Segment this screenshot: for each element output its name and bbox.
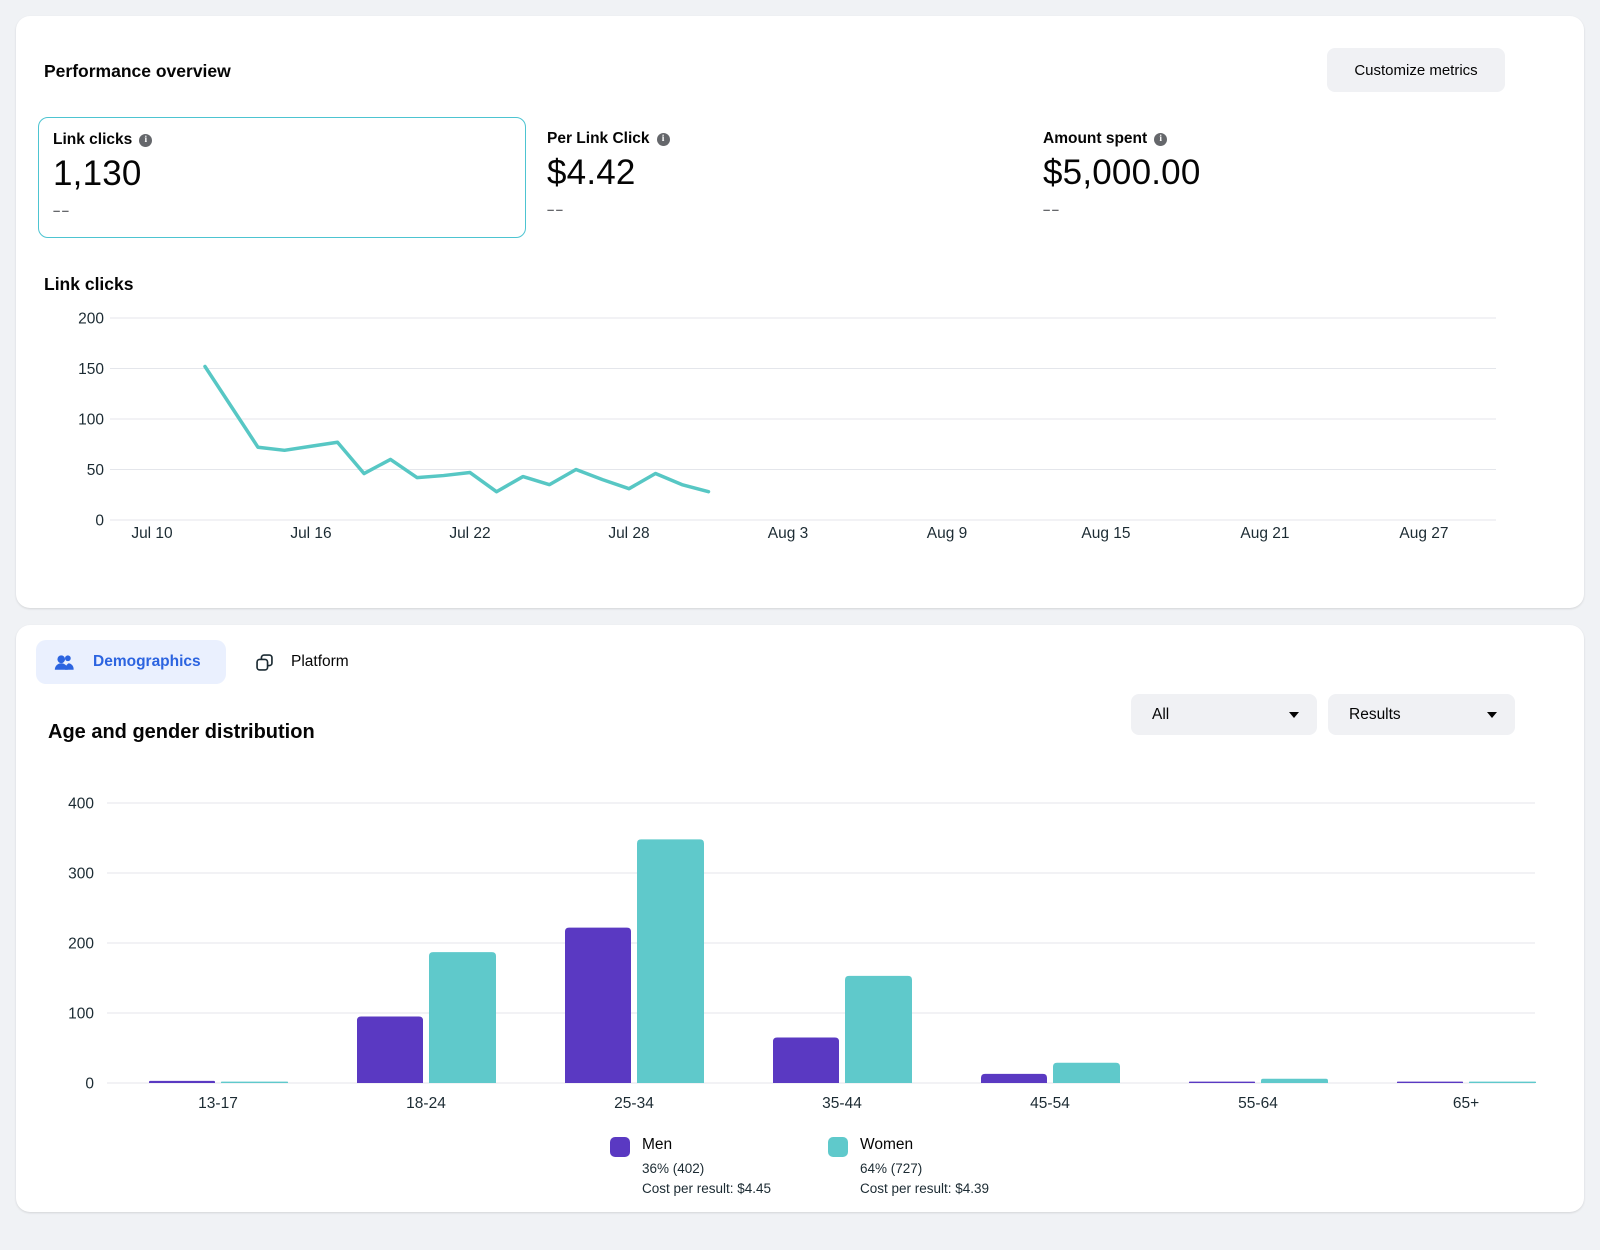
bar-women-65+ — [1469, 1082, 1536, 1083]
svg-text:Aug 15: Aug 15 — [1081, 525, 1130, 542]
svg-text:Aug 27: Aug 27 — [1399, 525, 1448, 542]
performance-overview-title: Performance overview — [44, 61, 231, 82]
category-labels: 13-17 18-24 25-34 35-44 45-54 55-64 65+ — [198, 1095, 1479, 1112]
legend-cost: Cost per result: $4.39 — [860, 1179, 989, 1198]
svg-text:300: 300 — [68, 866, 94, 883]
svg-text:18-24: 18-24 — [406, 1095, 446, 1112]
tab-label: Platform — [291, 653, 349, 671]
svg-text:Jul 16: Jul 16 — [290, 525, 331, 542]
svg-text:65+: 65+ — [1453, 1095, 1479, 1112]
metric-select-dropdown[interactable]: Results — [1328, 694, 1515, 735]
metric-delta: –– — [1043, 202, 1201, 217]
bar-men-13-17 — [149, 1081, 215, 1083]
svg-text:Jul 10: Jul 10 — [131, 525, 173, 542]
dropdown-value: All — [1152, 706, 1169, 724]
svg-text:200: 200 — [78, 311, 104, 328]
link-clicks-line-chart: 0 50 100 150 200 Jul 10 Jul 16 Jul 22 Jul 28 Aug … — [16, 16, 1584, 608]
tab-label: Demographics — [93, 653, 201, 671]
breakdown-card: Demographics Platform Age and gender dis… — [16, 625, 1584, 1212]
info-icon[interactable]: i — [1154, 133, 1167, 146]
y-axis-labels: 0 50 100 150 200 — [78, 311, 104, 530]
bar-women-55-64 — [1261, 1079, 1328, 1083]
info-icon[interactable]: i — [657, 133, 670, 146]
metric-amount-spent[interactable]: Amount spent i $5,000.00 –– — [1043, 130, 1201, 217]
link-clicks-series — [205, 366, 709, 491]
legend-label: Women — [860, 1134, 989, 1156]
breakdown-filter-dropdown[interactable]: All — [1131, 694, 1317, 735]
svg-text:13-17: 13-17 — [198, 1095, 238, 1112]
men-swatch — [610, 1137, 630, 1157]
legend-label: Men — [642, 1134, 771, 1156]
svg-text:Aug 3: Aug 3 — [768, 525, 809, 542]
svg-text:Aug 9: Aug 9 — [927, 525, 968, 542]
bar-men-65+ — [1397, 1082, 1463, 1083]
metric-label: Per Link Click — [547, 130, 650, 148]
metric-value: $4.42 — [547, 153, 670, 193]
overlapping-squares-icon — [254, 652, 275, 673]
svg-text:0: 0 — [95, 513, 104, 530]
chevron-down-icon — [1289, 712, 1299, 718]
svg-text:100: 100 — [68, 1006, 94, 1023]
legend-cost: Cost per result: $4.45 — [642, 1179, 771, 1198]
bar-men-55-64 — [1189, 1082, 1255, 1083]
metric-label: Link clicks — [53, 131, 132, 149]
svg-text:100: 100 — [78, 412, 104, 429]
metric-delta: –– — [547, 202, 670, 217]
legend-share: 64% (727) — [860, 1159, 989, 1178]
customize-metrics-button[interactable]: Customize metrics — [1327, 48, 1505, 92]
line-chart-title: Link clicks — [44, 274, 134, 295]
svg-text:45-54: 45-54 — [1030, 1095, 1070, 1112]
bar-men-35-44 — [773, 1038, 839, 1084]
women-swatch — [828, 1137, 848, 1157]
svg-text:200: 200 — [68, 936, 94, 953]
info-icon[interactable]: i — [139, 134, 152, 147]
bar-men-18-24 — [357, 1017, 423, 1084]
x-axis-labels: Jul 10 Jul 16 Jul 22 Jul 28 Aug 3 Aug 9 Aug 15… — [131, 525, 1448, 542]
legend-women: Women 64% (727) Cost per result: $4.39 — [828, 1134, 989, 1198]
metric-per-link-click[interactable]: Per Link Click i $4.42 –– — [547, 130, 670, 217]
metric-value: 1,130 — [53, 154, 152, 194]
performance-overview-card: Performance overview Customize metrics L… — [16, 16, 1584, 608]
bar-women-13-17 — [221, 1082, 288, 1083]
bar-men-25-34 — [565, 928, 631, 1083]
tab-demographics[interactable]: Demographics — [36, 640, 226, 684]
bar-men-45-54 — [981, 1074, 1047, 1083]
legend-share: 36% (402) — [642, 1159, 771, 1178]
tab-platform[interactable]: Platform — [240, 640, 390, 684]
svg-text:Jul 22: Jul 22 — [449, 525, 490, 542]
svg-text:0: 0 — [85, 1076, 94, 1093]
svg-text:150: 150 — [78, 361, 104, 378]
metric-tile-link-clicks[interactable]: Link clicks i 1,130 –– — [38, 117, 526, 238]
bar-women-45-54 — [1053, 1063, 1120, 1083]
people-icon — [53, 651, 76, 674]
bars — [149, 839, 1536, 1083]
legend-men: Men 36% (402) Cost per result: $4.45 — [610, 1134, 771, 1198]
bar-women-35-44 — [845, 976, 912, 1083]
gridlines — [107, 803, 1535, 1083]
gridlines — [110, 318, 1496, 520]
svg-text:35-44: 35-44 — [822, 1095, 862, 1112]
chevron-down-icon — [1487, 712, 1497, 718]
metric-label: Amount spent — [1043, 130, 1147, 148]
metric-delta: –– — [53, 203, 152, 218]
dropdown-value: Results — [1349, 706, 1401, 724]
svg-text:50: 50 — [87, 462, 105, 479]
bar-women-25-34 — [637, 839, 704, 1083]
ads-reporting-page: { "performance": { "title": "Performance… — [0, 0, 1600, 1250]
svg-text:Aug 21: Aug 21 — [1240, 525, 1289, 542]
svg-text:400: 400 — [68, 796, 94, 813]
svg-text:25-34: 25-34 — [614, 1095, 654, 1112]
bar-women-18-24 — [429, 952, 496, 1083]
y-axis-labels: 0 100 200 300 400 — [68, 796, 94, 1093]
svg-text:55-64: 55-64 — [1238, 1095, 1278, 1112]
metric-value: $5,000.00 — [1043, 153, 1201, 193]
distribution-title: Age and gender distribution — [48, 721, 315, 744]
svg-text:Jul 28: Jul 28 — [608, 525, 649, 542]
